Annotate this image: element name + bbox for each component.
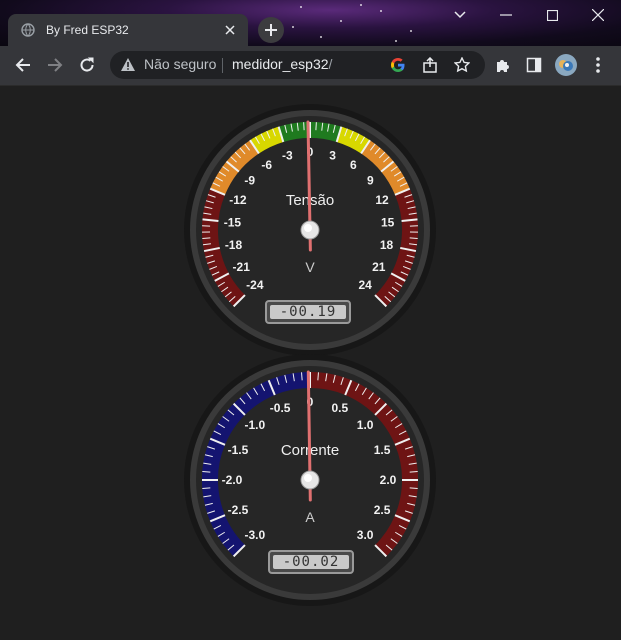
url-text[interactable]: medidor_esp32/ bbox=[232, 56, 332, 72]
minor-tick bbox=[202, 487, 211, 489]
security-label[interactable]: Não seguro bbox=[144, 56, 216, 72]
tick-label: -2.0 bbox=[222, 473, 243, 487]
tick-label: 18 bbox=[380, 238, 394, 252]
menu-icon[interactable] bbox=[583, 50, 613, 80]
current-display: -00.02 bbox=[268, 550, 354, 574]
needle-hub-highlight bbox=[304, 224, 312, 232]
tab-search-icon[interactable] bbox=[437, 0, 483, 30]
maximize-button[interactable] bbox=[529, 0, 575, 30]
tick-label: 0.5 bbox=[332, 401, 349, 415]
minor-tick bbox=[317, 372, 319, 381]
minor-tick bbox=[301, 372, 303, 381]
tick-label: 6 bbox=[350, 158, 357, 172]
forward-icon[interactable] bbox=[40, 50, 70, 80]
extensions-icon[interactable] bbox=[488, 50, 518, 80]
minor-tick bbox=[202, 471, 211, 473]
window-titlebar: By Fred ESP32 bbox=[0, 0, 621, 46]
tick-label: -1.0 bbox=[245, 418, 266, 432]
tick-label: -21 bbox=[233, 260, 251, 274]
new-tab-button[interactable] bbox=[258, 17, 284, 43]
warning-icon[interactable] bbox=[120, 57, 136, 77]
tick-label: 15 bbox=[381, 215, 395, 229]
tick-label: 12 bbox=[375, 193, 389, 207]
minor-tick bbox=[409, 487, 418, 489]
tick-label: -2.5 bbox=[228, 503, 249, 517]
minor-tick bbox=[202, 237, 211, 239]
tick-label: -15 bbox=[224, 215, 242, 229]
tick-label: 3.0 bbox=[357, 528, 374, 542]
tick-label: -18 bbox=[225, 238, 243, 252]
tick-label: -1.5 bbox=[228, 443, 249, 457]
gauge-units: V bbox=[305, 259, 315, 275]
tick-label: -0.5 bbox=[270, 401, 291, 415]
current-value: -00.02 bbox=[273, 554, 349, 570]
voltage-display: -00.19 bbox=[265, 300, 351, 324]
minor-tick bbox=[409, 237, 418, 239]
url-host: medidor_esp32 bbox=[232, 56, 329, 72]
tick-label: 2.5 bbox=[374, 503, 391, 517]
bookmark-star-icon[interactable] bbox=[447, 50, 477, 80]
needle-hub-highlight bbox=[304, 474, 312, 482]
voltage-value: -00.19 bbox=[270, 304, 346, 320]
browser-tab[interactable]: By Fred ESP32 bbox=[8, 14, 248, 46]
tick-label: -3 bbox=[282, 148, 293, 162]
gauge-units: A bbox=[305, 509, 315, 525]
tick-label: -9 bbox=[244, 174, 255, 188]
google-lens-icon[interactable] bbox=[383, 50, 413, 80]
avatar[interactable] bbox=[551, 50, 581, 80]
reload-icon[interactable] bbox=[72, 50, 102, 80]
tab-title: By Fred ESP32 bbox=[46, 23, 129, 37]
share-icon[interactable] bbox=[415, 50, 445, 80]
tick-label: 1.0 bbox=[357, 418, 374, 432]
tick-label: 3 bbox=[329, 148, 336, 162]
minor-tick bbox=[409, 471, 418, 473]
side-panel-icon[interactable] bbox=[519, 50, 549, 80]
tick-label: -6 bbox=[261, 158, 272, 172]
tick-label: -3.0 bbox=[245, 528, 266, 542]
tick-label: 1.5 bbox=[374, 443, 391, 457]
divider bbox=[222, 58, 223, 73]
tick-label: -12 bbox=[229, 193, 247, 207]
tick-label: 21 bbox=[372, 260, 386, 274]
close-tab-icon[interactable] bbox=[220, 20, 240, 40]
back-icon[interactable] bbox=[8, 50, 38, 80]
close-window-button[interactable] bbox=[575, 0, 621, 30]
globe-icon bbox=[20, 22, 36, 38]
tick-label: 24 bbox=[358, 278, 372, 292]
tick-label: -24 bbox=[246, 278, 264, 292]
minimize-button[interactable] bbox=[483, 0, 529, 30]
tick-label: 2.0 bbox=[380, 473, 397, 487]
url-path: / bbox=[328, 56, 333, 72]
tick-label: 9 bbox=[367, 174, 374, 188]
